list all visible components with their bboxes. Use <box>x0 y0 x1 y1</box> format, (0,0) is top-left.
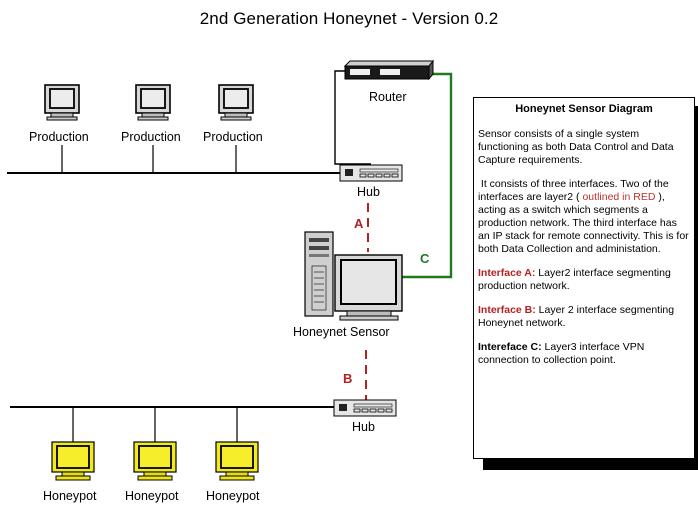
interface-a-label: Interface A: <box>478 267 536 279</box>
production-label: Production <box>121 130 181 144</box>
sensor-description-panel: Honeynet Sensor Diagram Sensor consists … <box>473 97 695 459</box>
panel-paragraph-interfaces: It consists of three interfaces. Two of … <box>478 178 690 256</box>
honeypot-label: Honeypot <box>43 489 97 503</box>
production-workstation <box>218 84 254 121</box>
interface-b-label: Interface B: <box>478 304 536 316</box>
honeypot-workstation <box>133 441 177 481</box>
panel-red-note: outlined in RED <box>582 191 656 203</box>
production-label: Production <box>203 130 263 144</box>
production-workstation <box>135 84 171 121</box>
honeypot-label: Honeypot <box>125 489 179 503</box>
diagram-canvas: 2nd Generation Honeynet - Version 0.2 Pr… <box>0 0 698 516</box>
sensor-tower-icon <box>304 231 334 317</box>
panel-paragraph-summary: Sensor consists of a single system funct… <box>478 128 674 166</box>
production-label: Production <box>29 130 89 144</box>
panel-interface-b: Interface B: Layer 2 interface segmentin… <box>478 304 690 330</box>
hub-top-label: Hub <box>357 185 380 199</box>
honeypot-workstation <box>215 441 259 481</box>
link-a-label: A <box>354 216 364 231</box>
sensor-monitor-icon <box>334 254 403 321</box>
hub-top-icon <box>339 164 403 182</box>
interface-c-label: Intereface C: <box>478 341 542 353</box>
router-icon <box>343 59 435 81</box>
production-workstation <box>44 84 80 121</box>
honeypot-workstation <box>51 441 95 481</box>
link-c-line <box>402 72 453 279</box>
honeypot-label: Honeypot <box>206 489 260 503</box>
sensor-label: Honeynet Sensor <box>293 325 390 339</box>
panel-interface-c: Intereface C: Layer3 interface VPN conne… <box>478 341 690 367</box>
router-label: Router <box>369 90 407 104</box>
link-b-label: B <box>343 371 353 386</box>
hub-bottom-label: Hub <box>352 420 375 434</box>
link-c-label: C <box>420 251 430 266</box>
panel-interface-a: Interface A: Layer2 interface segmenting… <box>478 267 690 293</box>
hub-bottom-icon <box>333 399 397 417</box>
panel-title: Honeynet Sensor Diagram <box>515 103 653 115</box>
